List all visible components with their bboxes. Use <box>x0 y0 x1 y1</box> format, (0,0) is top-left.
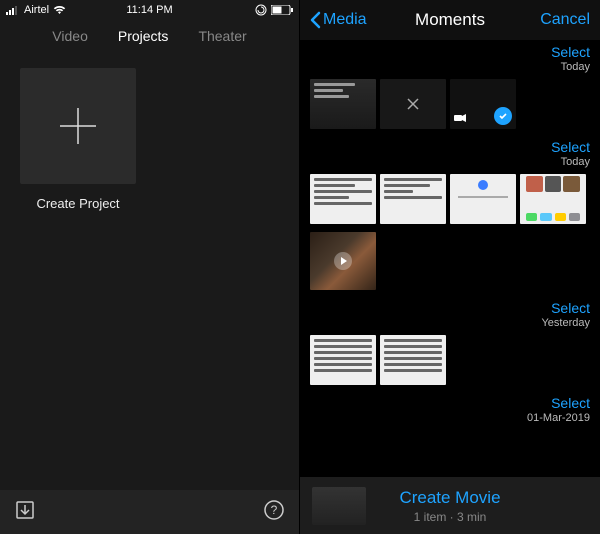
media-thumbnail[interactable] <box>380 174 446 224</box>
clock-label: 11:14 PM <box>0 4 299 16</box>
media-thumbnail[interactable] <box>450 174 516 224</box>
create-movie-subtitle: 1 item · 3 min <box>414 510 487 524</box>
date-label: 01-Mar-2019 <box>527 412 590 424</box>
moments-screen: Media Moments Cancel Select Today <box>300 0 600 534</box>
status-bar: Airtel 11:14 PM <box>0 0 299 20</box>
camera-icon <box>454 114 466 125</box>
back-label: Media <box>323 11 367 29</box>
tab-theater[interactable]: Theater <box>198 28 246 44</box>
media-thumbnail[interactable] <box>380 79 446 129</box>
date-label: Yesterday <box>541 317 590 329</box>
date-label: Today <box>561 61 590 73</box>
section-header: Select 01-Mar-2019 <box>300 391 600 428</box>
select-link[interactable]: Select <box>551 139 590 155</box>
section-header: Select Today <box>300 40 600 77</box>
help-button[interactable]: ? <box>263 499 285 526</box>
bottom-toolbar: ? <box>0 490 299 534</box>
download-tray-icon <box>14 499 36 521</box>
thumb-row <box>300 172 600 296</box>
tab-projects[interactable]: Projects <box>118 28 169 44</box>
tab-video[interactable]: Video <box>52 28 88 44</box>
create-project-card[interactable] <box>20 68 136 184</box>
create-movie-preview <box>312 487 366 525</box>
plus-icon <box>56 104 100 148</box>
selected-check-icon <box>494 107 512 125</box>
media-thumbnail[interactable] <box>450 79 516 129</box>
chevron-left-icon <box>310 11 321 29</box>
question-icon: ? <box>263 499 285 521</box>
play-icon <box>334 252 352 270</box>
cancel-button[interactable]: Cancel <box>540 11 590 29</box>
select-link[interactable]: Select <box>551 395 590 411</box>
crossed-tools-icon <box>406 97 420 111</box>
select-link[interactable]: Select <box>551 300 590 316</box>
back-button[interactable]: Media <box>310 11 367 29</box>
date-label: Today <box>561 156 590 168</box>
nav-bar: Media Moments Cancel <box>300 0 600 40</box>
media-thumbnail[interactable] <box>520 174 586 224</box>
import-button[interactable] <box>14 499 36 526</box>
media-thumbnail[interactable] <box>380 335 446 385</box>
section-header: Select Yesterday <box>300 296 600 333</box>
projects-screen: Airtel 11:14 PM Video Projects Theater C… <box>0 0 300 534</box>
media-thumbnail[interactable] <box>310 232 376 290</box>
section-header: Select Today <box>300 135 600 172</box>
create-movie-title: Create Movie <box>399 488 500 508</box>
select-link[interactable]: Select <box>551 44 590 60</box>
thumb-row <box>300 77 600 135</box>
create-project-label: Create Project <box>20 196 136 211</box>
tab-row: Video Projects Theater <box>0 20 299 58</box>
thumb-row <box>300 333 600 391</box>
media-thumbnail[interactable] <box>310 79 376 129</box>
svg-text:?: ? <box>271 503 278 517</box>
create-movie-bar[interactable]: Create Movie 1 item · 3 min <box>300 476 600 534</box>
media-thumbnail[interactable] <box>310 174 376 224</box>
moments-list[interactable]: Select Today Select Today <box>300 40 600 534</box>
media-thumbnail[interactable] <box>310 335 376 385</box>
